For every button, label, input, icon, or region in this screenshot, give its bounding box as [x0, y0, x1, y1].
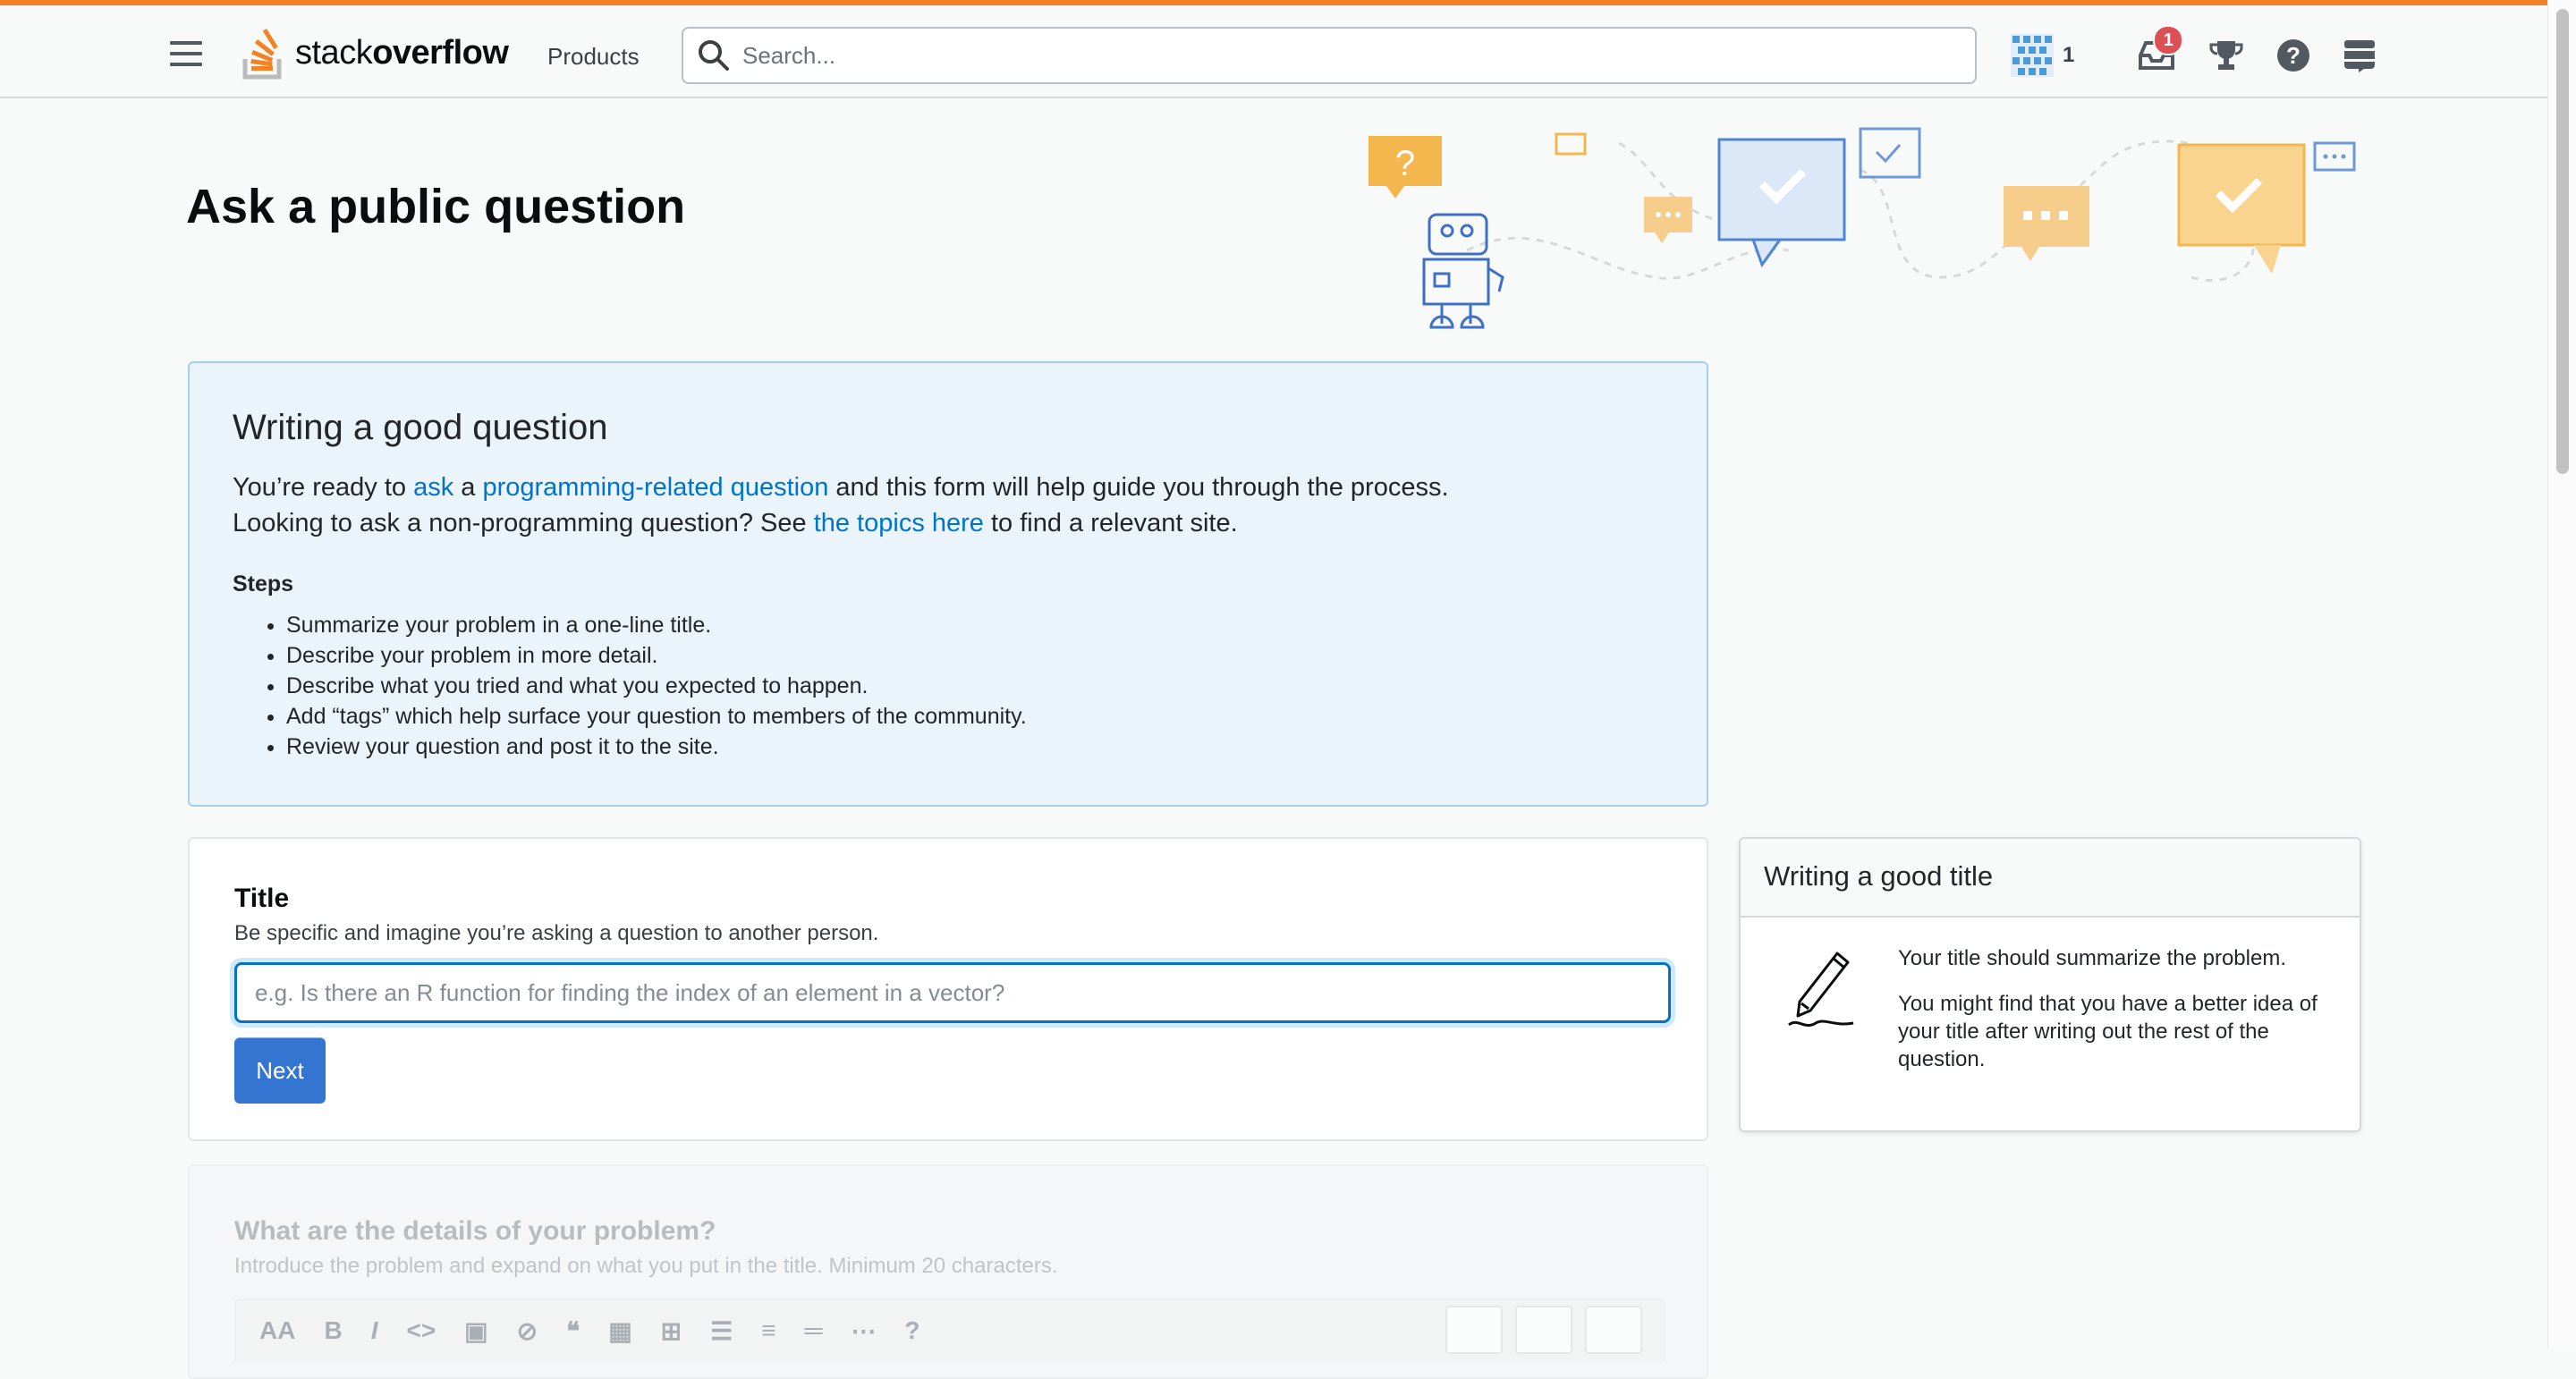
details-description: Introduce the problem and expand on what… [234, 1254, 1058, 1278]
help-text: Your title should summarize the problem. [1898, 946, 2286, 970]
inbox-badge: 1 [2153, 25, 2184, 55]
stack-exchange-icon [2344, 40, 2376, 72]
help-text: You might find that you have a better id… [1898, 992, 2318, 1071]
help-icon: ? [2277, 39, 2310, 72]
scrollbar-thumb[interactable] [2556, 9, 2569, 474]
horizontal-rule-icon[interactable]: ═ [805, 1316, 823, 1345]
image-icon[interactable]: ▦ [608, 1316, 631, 1346]
reputation-count: 1 [2063, 43, 2075, 67]
topics-link[interactable]: the topics here [814, 509, 984, 537]
chat-bubble-icon [2313, 141, 2356, 172]
title-section: Title Be specific and imagine you’re ask… [188, 837, 1708, 1141]
profile-avatar[interactable]: 1 [2011, 34, 2074, 77]
ordered-list-icon[interactable]: ☰ [710, 1316, 733, 1346]
products-link[interactable]: Products [537, 38, 650, 76]
search-input[interactable] [741, 40, 1907, 71]
avatar-icon [2011, 34, 2054, 77]
title-label: Title [234, 884, 290, 913]
notice-text: You’re ready to [233, 473, 414, 502]
title-input[interactable] [234, 962, 1671, 1023]
code-block-icon[interactable]: ▣ [464, 1316, 487, 1346]
stack-logo-icon [242, 28, 282, 80]
list-item: Review your question and post it to the … [286, 732, 1664, 762]
next-button[interactable]: Next [234, 1037, 326, 1104]
list-item: Describe what you tried and what you exp… [286, 671, 1664, 701]
help-icon[interactable]: ? [904, 1316, 919, 1345]
svg-text:?: ? [2286, 42, 2301, 69]
bold-icon[interactable]: B [324, 1316, 342, 1345]
more-icon[interactable]: ⋯ [851, 1316, 876, 1346]
programming-question-link[interactable]: programming-related question [482, 473, 828, 502]
chat-bubble-icon [1644, 197, 1692, 243]
page-title: Ask a public question [186, 180, 686, 233]
list-item: Summarize your problem in a one-line tit… [286, 610, 1664, 640]
checkmark-bubble-icon [1859, 127, 1921, 179]
chat-bubble-icon [1555, 132, 1587, 156]
checkmark-bubble-icon [2177, 143, 2306, 274]
title-help-card: Writing a good title Your title should s… [1739, 837, 2361, 1132]
achievements-button[interactable] [2208, 38, 2244, 73]
preview-mode-icon[interactable] [1585, 1306, 1642, 1354]
menu-icon[interactable] [170, 41, 202, 68]
table-icon[interactable]: ⊞ [661, 1316, 682, 1346]
title-description: Be specific and imagine you’re asking a … [234, 921, 879, 945]
pencil-icon [1788, 952, 1854, 1028]
ask-link[interactable]: ask [413, 473, 453, 502]
logo-text: stackoverflow [295, 33, 509, 72]
svg-text:?: ? [1395, 144, 1415, 183]
details-section: What are the details of your problem? In… [188, 1164, 1708, 1379]
notice-text: to find a relevant site. [983, 509, 1238, 537]
rich-text-mode-icon[interactable] [1445, 1306, 1503, 1354]
writing-good-question-notice: Writing a good question You’re ready to … [188, 361, 1708, 807]
heading-icon[interactable]: AA [259, 1316, 295, 1345]
hero-illustration: ? [1368, 127, 2356, 329]
list-item: Add “tags” which help surface your quest… [286, 701, 1664, 732]
checkmark-bubble-icon [1717, 138, 1846, 268]
stackoverflow-logo[interactable]: stackoverflow [242, 23, 509, 82]
site-switcher-button[interactable] [2343, 38, 2377, 72]
question-bubble-icon: ? [1368, 136, 1442, 199]
search-icon [699, 40, 729, 71]
notice-paragraph: You’re ready to ask a programming-relate… [233, 470, 1664, 541]
inbox-button[interactable]: 1 [2137, 25, 2184, 73]
steps-heading: Steps [233, 571, 294, 596]
details-label: What are the details of your problem? [234, 1216, 716, 1246]
help-card-heading: Writing a good title [1741, 839, 2360, 918]
chat-bubble-icon [2004, 186, 2089, 261]
code-icon[interactable]: <> [406, 1316, 436, 1345]
list-item: Describe your problem in more detail. [286, 640, 1664, 671]
notice-text: and this form will help guide you throug… [828, 473, 1449, 502]
link-icon[interactable]: ⊘ [517, 1316, 538, 1346]
editor-toolbar: AA B I <> ▣ ⊘ ❝ ▦ ⊞ ☰ ≡ ═ ⋯ ? [234, 1299, 1665, 1361]
trophy-icon [2209, 41, 2243, 70]
notice-text: Looking to ask a non-programming questio… [233, 509, 814, 537]
search-box[interactable] [682, 27, 1977, 84]
notice-heading: Writing a good question [233, 408, 608, 447]
top-bar: stackoverflow Products 1 [0, 0, 2547, 98]
help-button[interactable]: ? [2276, 38, 2310, 72]
notice-text: a [453, 473, 483, 502]
steps-list: Summarize your problem in a one-line tit… [233, 610, 1664, 762]
markdown-mode-icon[interactable] [1515, 1306, 1572, 1354]
robot-icon [1422, 213, 1504, 329]
unordered-list-icon[interactable]: ≡ [761, 1316, 775, 1345]
italic-icon[interactable]: I [371, 1316, 378, 1345]
quote-icon[interactable]: ❝ [566, 1316, 580, 1346]
